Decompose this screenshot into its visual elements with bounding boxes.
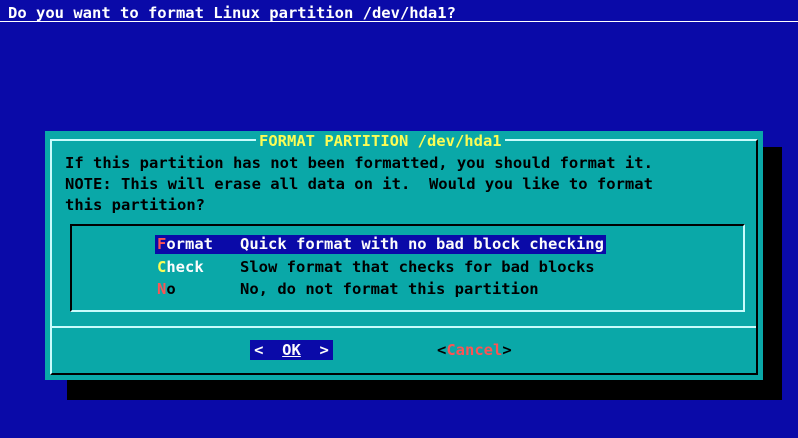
cancel-button-right-bracket: >: [502, 340, 512, 359]
ok-button[interactable]: < OK >: [250, 340, 333, 360]
menu-item-hotkey: N: [157, 279, 167, 298]
cancel-button-left-bracket: <: [437, 340, 447, 359]
ok-button-right-bracket: >: [300, 340, 329, 359]
menu-item-description: Slow format that checks for bad blocks: [240, 257, 595, 276]
cancel-button-label: Cancel: [446, 340, 503, 359]
menu-item-description: Quick format with no bad block checking: [238, 234, 606, 254]
menu-item-check[interactable]: Check Slow format that checks for bad bl…: [155, 257, 597, 277]
backtitle: Do you want to format Linux partition /d…: [0, 0, 798, 22]
dialog-message: If this partition has not been formatted…: [65, 154, 653, 214]
menu-item-tag-rest: heck: [166, 257, 204, 276]
menu-item-description: No, do not format this partition: [240, 279, 539, 298]
button-divider: [52, 326, 756, 328]
ok-button-label: OK: [282, 340, 301, 359]
menu-item-tag: Format: [155, 234, 238, 254]
ok-button-left-bracket: <: [254, 340, 283, 359]
menu-item-hotkey: C: [157, 257, 167, 276]
menu-item-no[interactable]: No No, do not format this partition: [155, 279, 541, 299]
cancel-button[interactable]: < Cancel >: [437, 340, 512, 360]
dialog-title: FORMAT PARTITION /dev/hda1: [256, 132, 505, 151]
menu-item-tag: No: [155, 280, 238, 299]
menu-item-tag-rest: ormat: [166, 234, 214, 253]
menu-item-format[interactable]: Format Quick format with no bad block ch…: [155, 234, 606, 254]
menu-item-tag: Check: [155, 258, 238, 277]
menu-item-tag-rest: o: [166, 279, 176, 298]
menu-item-hotkey: F: [157, 234, 167, 253]
